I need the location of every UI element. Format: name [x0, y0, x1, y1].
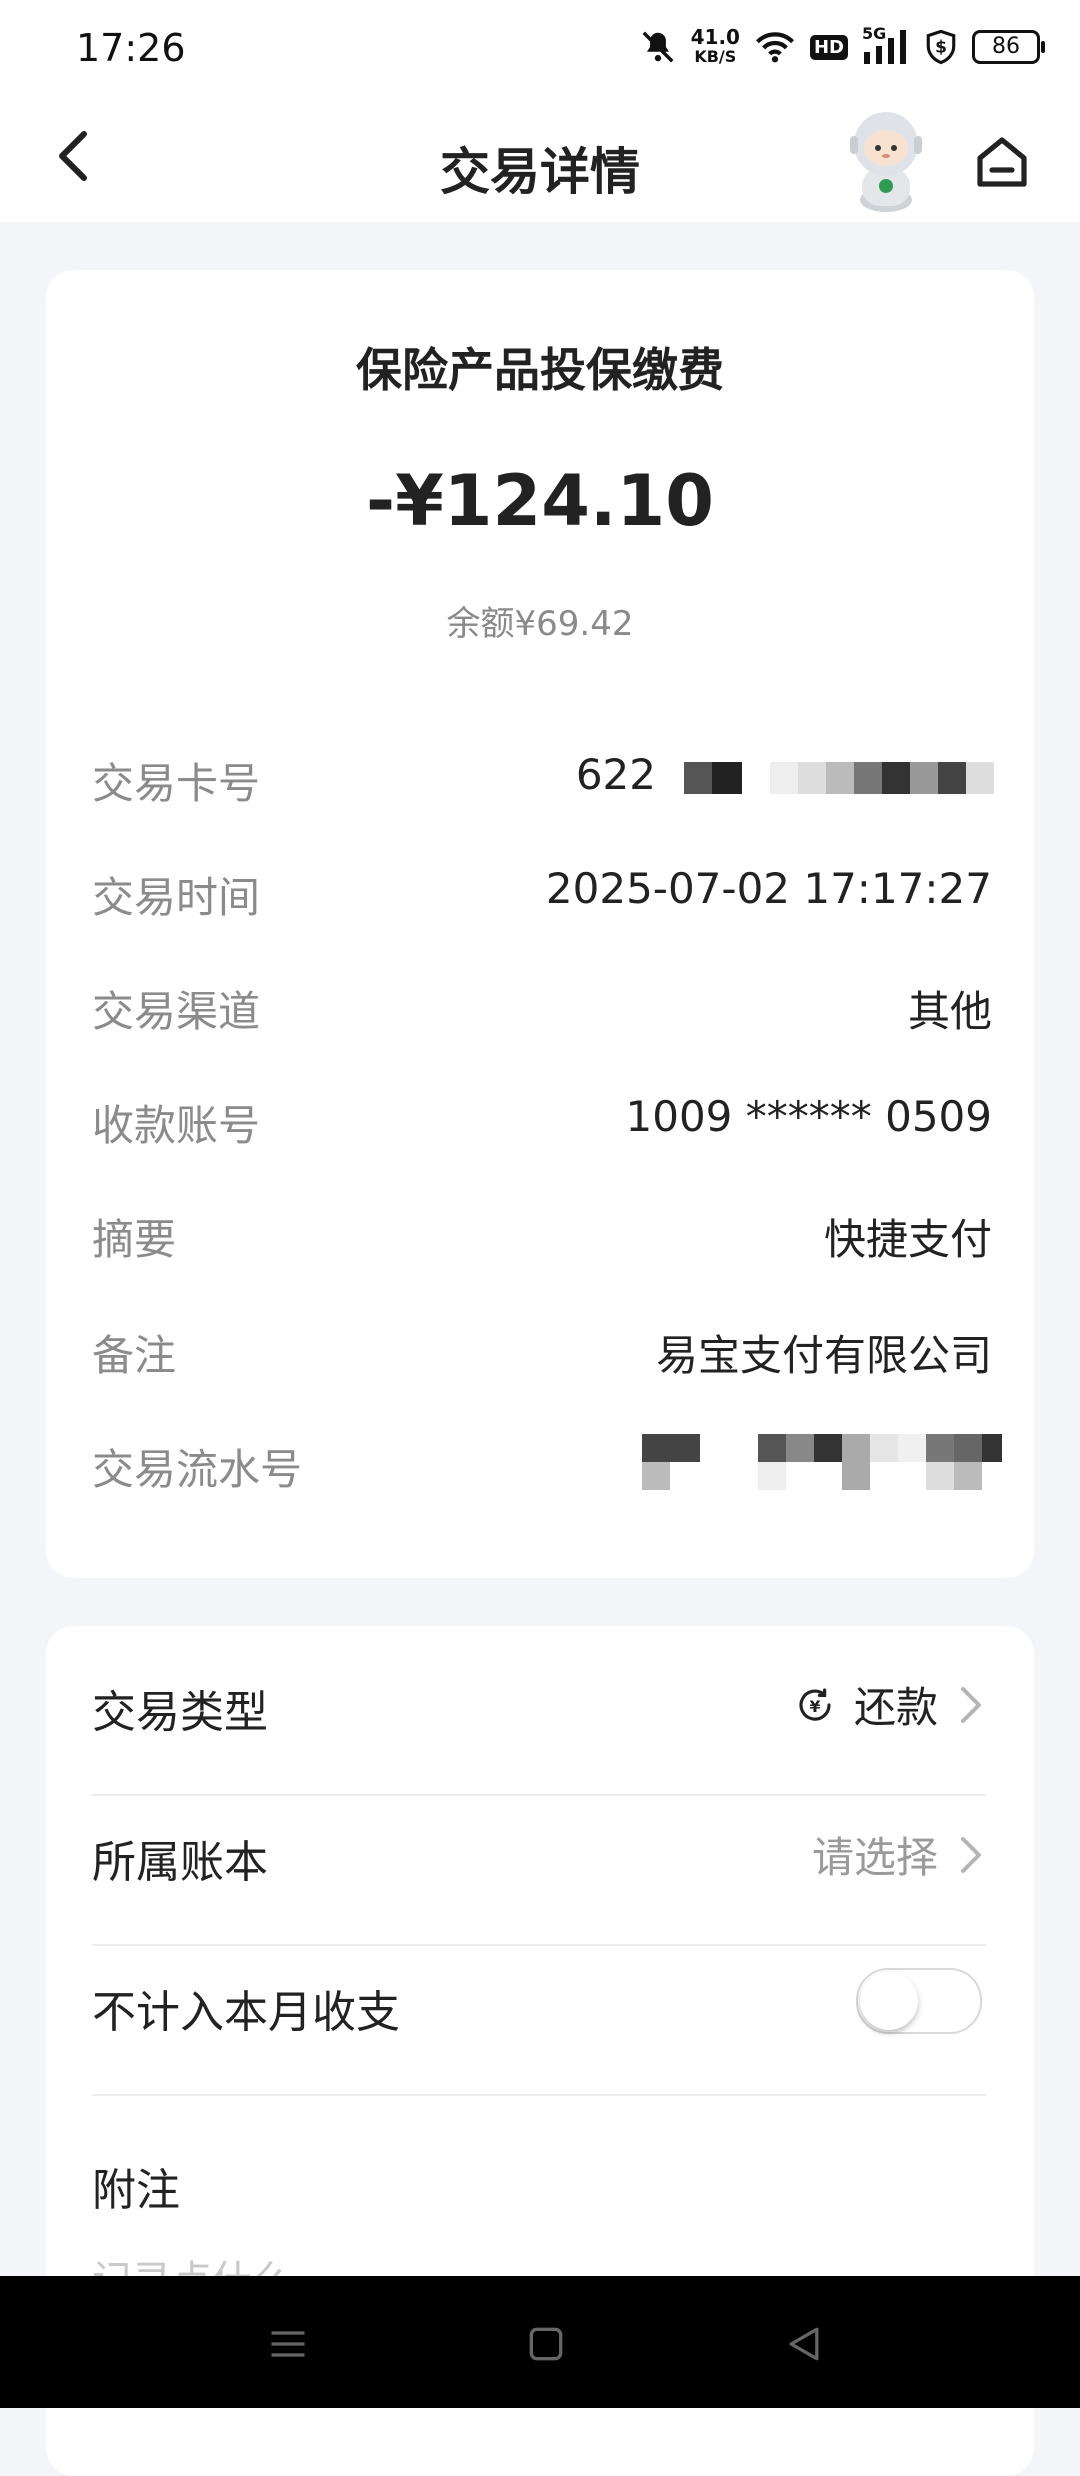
status-time: 17:26 — [76, 26, 186, 70]
wifi-icon — [755, 32, 794, 63]
network-speed: 41.0 KB/S — [691, 27, 740, 67]
detail-label: 备注 — [92, 1331, 177, 1380]
hd-badge: HD — [809, 34, 848, 60]
back-triangle-icon[interactable] — [782, 2322, 826, 2366]
detail-value-channel: 其他 — [907, 987, 992, 1036]
home-icon[interactable] — [972, 132, 1032, 192]
detail-row-remark: 备注 易宝支付有限公司 — [92, 1304, 992, 1384]
exclude-monthly-label: 不计入本月收支 — [92, 1987, 400, 2038]
status-icons: 41.0 KB/S HD 5G $ 86 — [639, 22, 1045, 72]
chevron-right-icon — [961, 1686, 981, 1723]
signal-bars-icon — [864, 30, 906, 64]
toggle-knob — [860, 1972, 918, 2030]
row-divider — [92, 2094, 986, 2096]
cellular-signal: 5G — [862, 24, 910, 66]
nav-bar: 交易详情 — [0, 96, 1080, 222]
transaction-type-row[interactable]: 交易类型 ¥ 还款 — [92, 1626, 986, 1774]
chevron-right-icon — [961, 1836, 981, 1873]
transaction-title: 保险产品投保缴费 — [356, 343, 724, 397]
shield-dollar-icon: $ — [926, 29, 956, 65]
detail-value-remark: 易宝支付有限公司 — [655, 1331, 992, 1380]
exclude-monthly-toggle[interactable] — [856, 1968, 982, 2034]
detail-label: 交易时间 — [92, 873, 261, 922]
mute-bell-icon — [642, 31, 674, 63]
account-book-row[interactable]: 所属账本 请选择 — [92, 1776, 986, 1924]
detail-row-channel: 交易渠道 其他 — [92, 960, 992, 1040]
menu-icon[interactable] — [266, 2322, 310, 2366]
redacted-mosaic — [684, 762, 994, 794]
detail-row-card-number: 交易卡号 622 — [92, 732, 994, 812]
svg-text:$: $ — [935, 38, 947, 58]
detail-label: 交易卡号 — [92, 759, 261, 808]
detail-label: 摘要 — [92, 1215, 177, 1264]
detail-value-card-number: 622 — [575, 750, 656, 799]
detail-row-payee-account: 收款账号 1009 ****** 0509 — [92, 1074, 992, 1154]
redacted-mosaic — [642, 1434, 1002, 1490]
exclude-monthly-row: 不计入本月收支 — [92, 1926, 986, 2074]
transaction-type-value: 还款 — [853, 1683, 938, 1732]
note-label: 附注 — [92, 2165, 180, 2216]
detail-row-summary: 摘要 快捷支付 — [92, 1188, 992, 1268]
detail-label: 交易渠道 — [92, 987, 261, 1036]
network-speed-value: 41.0 — [690, 25, 740, 49]
transaction-type-label: 交易类型 — [92, 1687, 268, 1738]
detail-row-time: 交易时间 2025-07-02 17:17:27 — [92, 846, 992, 926]
account-book-placeholder: 请选择 — [811, 1833, 938, 1882]
mascot-assistant-icon[interactable] — [836, 104, 936, 214]
svg-text:¥: ¥ — [810, 1697, 821, 1716]
home-square-icon[interactable] — [524, 2322, 568, 2366]
transaction-amount: -¥124.10 — [366, 460, 714, 542]
detail-value-time: 2025-07-02 17:17:27 — [545, 864, 992, 913]
battery-indicator: 86 — [972, 30, 1045, 64]
detail-row-serial-number: 交易流水号 — [92, 1418, 1002, 1498]
status-bar: 17:26 41.0 KB/S HD 5G $ 86 — [0, 0, 1080, 96]
account-balance: 余额¥69.42 — [446, 604, 634, 644]
repayment-yuan-icon: ¥ — [799, 1688, 831, 1721]
transaction-detail-card: 保险产品投保缴费 -¥124.10 余额¥69.42 交易卡号 622 交易时间… — [46, 270, 1034, 1578]
detail-value-payee-account: 1009 ****** 0509 — [625, 1092, 992, 1141]
account-book-label: 所属账本 — [92, 1837, 268, 1888]
system-nav-bar — [0, 2276, 1080, 2408]
network-speed-unit: KB/S — [694, 47, 737, 66]
detail-value-summary: 快捷支付 — [823, 1215, 992, 1264]
detail-label: 收款账号 — [92, 1101, 261, 1150]
detail-label: 交易流水号 — [92, 1445, 303, 1494]
